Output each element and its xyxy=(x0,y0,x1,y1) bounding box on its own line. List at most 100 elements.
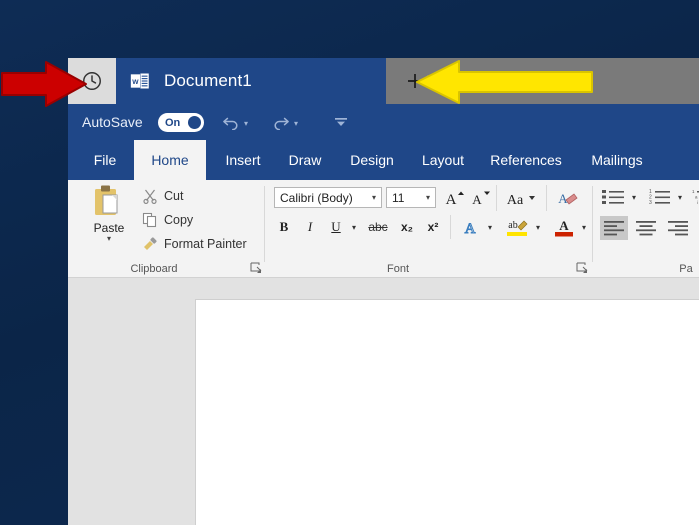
redo-button[interactable] xyxy=(270,112,292,132)
ribbon-tab-strip: File Home Insert Draw Design Layout Refe… xyxy=(68,140,699,180)
chevron-down-icon: ▾ xyxy=(293,118,298,128)
subscript-label: x₂ xyxy=(400,220,413,234)
text-highlight-color-icon: ab xyxy=(507,220,528,236)
tab-mailings[interactable]: Mailings xyxy=(578,140,656,180)
document-tab[interactable]: W Document1 xyxy=(116,58,386,104)
font-dialog-launcher[interactable] xyxy=(576,262,588,274)
align-left-button[interactable] xyxy=(600,216,628,240)
undo-button[interactable] xyxy=(220,112,242,132)
grow-font-button[interactable]: A xyxy=(442,186,466,209)
svg-text:i: i xyxy=(697,200,698,205)
svg-text:W: W xyxy=(132,79,139,86)
undo-dropdown[interactable]: ▾ xyxy=(242,119,250,128)
paragraph-group-label: Pa xyxy=(679,263,693,275)
tab-references-label: References xyxy=(490,152,562,168)
text-highlight-dropdown[interactable]: ▾ xyxy=(532,221,544,233)
clipboard-group-label: Clipboard xyxy=(130,263,178,275)
multilevel-list-button[interactable]: 1 a i xyxy=(690,186,699,208)
clear-formatting-button[interactable]: A xyxy=(554,186,580,209)
underline-label: U xyxy=(331,219,341,234)
yellow-arrow-annotation xyxy=(416,60,593,104)
redo-arrow-icon xyxy=(274,117,289,130)
tab-draw[interactable]: Draw xyxy=(278,140,332,180)
chevron-down-icon: ▾ xyxy=(581,222,586,232)
tab-insert[interactable]: Insert xyxy=(214,140,272,180)
text-highlight-button[interactable]: ab xyxy=(504,216,530,238)
document-workspace xyxy=(68,278,699,525)
svg-text:A: A xyxy=(472,192,482,207)
bold-label: B xyxy=(279,219,289,234)
align-right-button[interactable] xyxy=(664,216,692,240)
tab-references[interactable]: References xyxy=(482,140,570,180)
ribbon-home-content: Paste ▾ Cut Copy Format Painter Clipboar… xyxy=(68,180,699,278)
strikethrough-label: abc xyxy=(368,220,388,234)
subscript-button[interactable]: x₂ xyxy=(396,216,418,238)
document-page[interactable] xyxy=(196,300,699,525)
scissors-icon xyxy=(143,189,157,204)
tab-file[interactable]: File xyxy=(82,140,128,180)
tab-file-label: File xyxy=(93,152,117,168)
chevron-down-icon: ▾ xyxy=(351,222,356,232)
svg-text:a: a xyxy=(695,195,698,200)
underline-button[interactable]: U xyxy=(326,216,346,238)
autosave-toggle[interactable]: On xyxy=(158,113,204,132)
bold-button[interactable]: B xyxy=(274,216,294,238)
multilevel-list-icon: 1 a i xyxy=(692,189,699,205)
font-name-value: Calibri (Body) xyxy=(280,190,353,205)
shrink-font-icon: A xyxy=(472,191,490,207)
customize-quick-access-button[interactable] xyxy=(330,112,352,132)
text-effects-button[interactable]: A xyxy=(458,216,482,238)
format-painter-label: Format Painter xyxy=(164,237,247,251)
tab-home-label: Home xyxy=(151,152,189,168)
svg-text:ab: ab xyxy=(508,220,517,231)
cut-button[interactable]: Cut xyxy=(142,186,183,206)
numbered-list-icon: 1 2 3 xyxy=(649,189,670,206)
word-document-icon: W xyxy=(130,73,149,89)
copy-label: Copy xyxy=(164,213,194,227)
clipboard-dialog-launcher[interactable] xyxy=(250,262,262,274)
italic-button[interactable]: I xyxy=(300,216,320,238)
numbering-dropdown[interactable]: ▾ xyxy=(674,191,686,203)
word-window: W Document1 AutoSave On ▾ ▾ File Home In… xyxy=(68,58,699,525)
tab-home[interactable]: Home xyxy=(134,140,206,180)
change-case-button[interactable]: Aa xyxy=(502,186,540,209)
shrink-font-button[interactable]: A xyxy=(468,186,492,209)
screenshot-root: W Document1 AutoSave On ▾ ▾ File Home In… xyxy=(0,0,699,525)
svg-text:Aa: Aa xyxy=(507,193,524,208)
align-center-button[interactable] xyxy=(632,216,660,240)
copy-button[interactable]: Copy xyxy=(142,210,193,230)
chevron-down-icon: ▾ xyxy=(535,222,540,232)
strikethrough-button[interactable]: abc xyxy=(364,216,392,238)
superscript-label: x² xyxy=(427,220,439,234)
tab-layout[interactable]: Layout xyxy=(412,140,474,180)
font-divider-c xyxy=(450,215,451,239)
svg-text:A: A xyxy=(559,218,569,233)
bullets-button[interactable] xyxy=(600,186,626,208)
format-painter-brush-icon xyxy=(144,237,157,250)
underline-dropdown[interactable]: ▾ xyxy=(348,221,360,233)
superscript-button[interactable]: x² xyxy=(422,216,444,238)
grow-font-icon: A xyxy=(446,191,464,208)
paste-clipboard-icon xyxy=(95,185,118,215)
font-color-dropdown[interactable]: ▾ xyxy=(578,221,590,233)
font-name-combobox[interactable]: Calibri (Body) ▾ xyxy=(274,187,382,208)
tab-design[interactable]: Design xyxy=(340,140,404,180)
numbering-button[interactable]: 1 2 3 xyxy=(646,186,672,208)
chevron-down-icon: ▾ xyxy=(487,222,492,232)
font-color-button[interactable]: A xyxy=(552,216,576,238)
redo-dropdown[interactable]: ▾ xyxy=(292,118,300,128)
font-color-icon: A xyxy=(555,218,573,237)
toggle-knob xyxy=(188,116,201,129)
font-size-combobox[interactable]: 11 ▾ xyxy=(386,187,436,208)
format-painter-button[interactable]: Format Painter xyxy=(142,234,247,254)
chevron-down-icon: ▾ xyxy=(677,192,682,202)
undo-arrow-icon xyxy=(223,117,238,130)
svg-text:A: A xyxy=(465,221,476,237)
bullet-list-icon xyxy=(602,190,624,204)
text-effects-dropdown[interactable]: ▾ xyxy=(484,221,496,233)
tab-mailings-label: Mailings xyxy=(591,152,643,168)
copy-pages-icon xyxy=(142,212,157,228)
bullets-dropdown[interactable]: ▾ xyxy=(628,191,640,203)
italic-label: I xyxy=(307,219,313,234)
paste-button[interactable]: Paste ▾ xyxy=(82,184,136,256)
